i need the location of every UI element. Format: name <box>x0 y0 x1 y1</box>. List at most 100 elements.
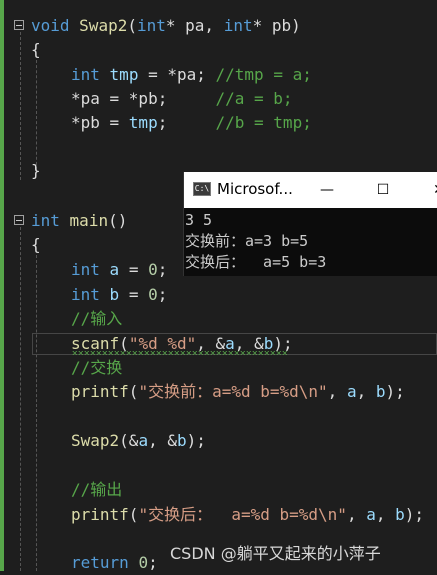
code-token: b <box>109 285 120 304</box>
code-token: int <box>71 260 100 279</box>
code-line: int b = 0; <box>71 283 167 307</box>
code-token: b <box>395 505 405 524</box>
code-token: ); <box>186 431 206 450</box>
console-window[interactable]: C:\ Microsof... — ☐ ✕ 3 5 交换前：a=3 b=5 交换后：… <box>183 172 437 276</box>
code-token: //b = tmp; <box>215 113 312 132</box>
code-token: Swap2 <box>71 431 120 450</box>
code-token: a <box>138 431 149 450</box>
code-token: , <box>375 505 396 524</box>
outline-guide <box>20 32 21 180</box>
code-token: int <box>223 16 253 35</box>
code-token: int <box>31 211 60 230</box>
csdn-watermark: CSDN @躺平又起来的小萍子 <box>170 544 381 563</box>
code-token: = *pa; <box>138 65 216 84</box>
code-token: ; <box>157 285 168 304</box>
code-token: int <box>71 65 100 84</box>
code-token: ; <box>148 553 158 572</box>
code-line: void Swap2(int* pa, int* pb) <box>31 14 301 38</box>
code-token: *pa = *pb; <box>71 89 216 108</box>
code-token: ( <box>128 505 139 524</box>
code-token: a <box>366 505 376 524</box>
indent-guide <box>36 255 37 571</box>
code-line: } <box>31 159 41 183</box>
code-token: return <box>71 553 129 572</box>
outline-guide <box>20 227 21 571</box>
code-token: printf <box>71 382 129 401</box>
code-token: , & <box>148 431 177 450</box>
code-line: *pa = *pb; //a = b; <box>71 87 293 111</box>
code-token: * pb) <box>252 16 301 35</box>
code-token: "交换前：a=%d b=%d\n" <box>138 382 328 401</box>
code-token: printf <box>71 505 129 524</box>
code-token: a <box>109 260 120 279</box>
code-token: , <box>327 382 347 401</box>
code-token: //交换 <box>71 358 123 377</box>
collapse-swap2-icon[interactable] <box>14 20 24 30</box>
code-line: int tmp = *pa; //tmp = a; <box>71 63 312 87</box>
code-token: 0 <box>148 285 158 304</box>
code-token: ( <box>127 16 137 35</box>
code-token: int <box>71 285 100 304</box>
close-button[interactable]: ✕ <box>416 172 437 208</box>
console-window-title: Microsof... <box>217 180 293 198</box>
collapse-main-icon[interactable] <box>14 215 24 225</box>
warning-squiggle[interactable] <box>72 351 288 355</box>
code-line: return 0; <box>71 551 158 575</box>
code-token: ( <box>128 382 139 401</box>
code-token: int <box>136 16 166 35</box>
code-token: } <box>31 161 41 180</box>
code-line: //输出 <box>71 478 122 502</box>
code-line: printf("交换前：a=%d b=%d\n", a, b); <box>71 380 405 404</box>
code-token: ; <box>157 113 216 132</box>
code-line: { <box>31 38 41 62</box>
code-token: , <box>346 505 367 524</box>
code-line: Swap2(&a, &b); <box>71 429 206 453</box>
code-line: //交换 <box>71 356 122 380</box>
code-token: ); <box>385 382 405 401</box>
code-token: 0 <box>138 553 149 572</box>
code-token: ); <box>404 505 425 524</box>
code-token: *pb = <box>71 113 129 132</box>
code-token: main <box>69 211 109 230</box>
indent-guide <box>36 60 37 170</box>
code-line: *pb = tmp; //b = tmp; <box>71 111 312 135</box>
code-token: tmp <box>128 113 158 132</box>
code-token: , <box>356 382 376 401</box>
code-token: //tmp = a; <box>215 65 312 84</box>
code-token: * pa, <box>165 16 224 35</box>
code-token: void <box>31 16 70 35</box>
code-token: tmp <box>109 65 139 84</box>
code-token: a <box>346 382 357 401</box>
code-line: int a = 0; <box>71 258 167 282</box>
code-token: "交换后： a=%d b=%d\n" <box>138 505 347 524</box>
code-token: 0 <box>148 260 158 279</box>
code-editor[interactable]: void Swap2(int* pa, int* pb) { int tmp =… <box>0 0 437 572</box>
code-token: //a = b; <box>215 89 293 108</box>
console-titlebar[interactable]: C:\ Microsof... — ☐ ✕ <box>184 172 437 208</box>
code-token: = <box>119 285 149 304</box>
code-token: = <box>119 260 149 279</box>
code-line: //输入 <box>71 307 122 331</box>
code-line: printf("交换后： a=%d b=%d\n", a, b); <box>71 503 424 527</box>
code-token: //输入 <box>71 309 123 328</box>
console-output-line: 3 5 <box>185 211 213 229</box>
code-token: Swap2 <box>79 16 128 35</box>
console-output[interactable]: 3 5 交换前：a=3 b=5 交换后： a=5 b=3 <box>184 208 437 273</box>
code-token: () <box>108 211 128 230</box>
code-line: { <box>31 233 41 257</box>
code-line: int main() <box>31 209 127 233</box>
console-app-icon: C:\ <box>193 182 211 196</box>
minimize-button[interactable]: — <box>304 172 350 208</box>
maximize-button[interactable]: ☐ <box>360 172 406 208</box>
code-token: { <box>31 235 41 254</box>
code-token: { <box>31 40 41 59</box>
code-token: (& <box>119 431 139 450</box>
code-token: ; <box>157 260 168 279</box>
console-output-line: 交换前：a=3 b=5 <box>185 232 309 250</box>
code-token: b <box>176 431 187 450</box>
